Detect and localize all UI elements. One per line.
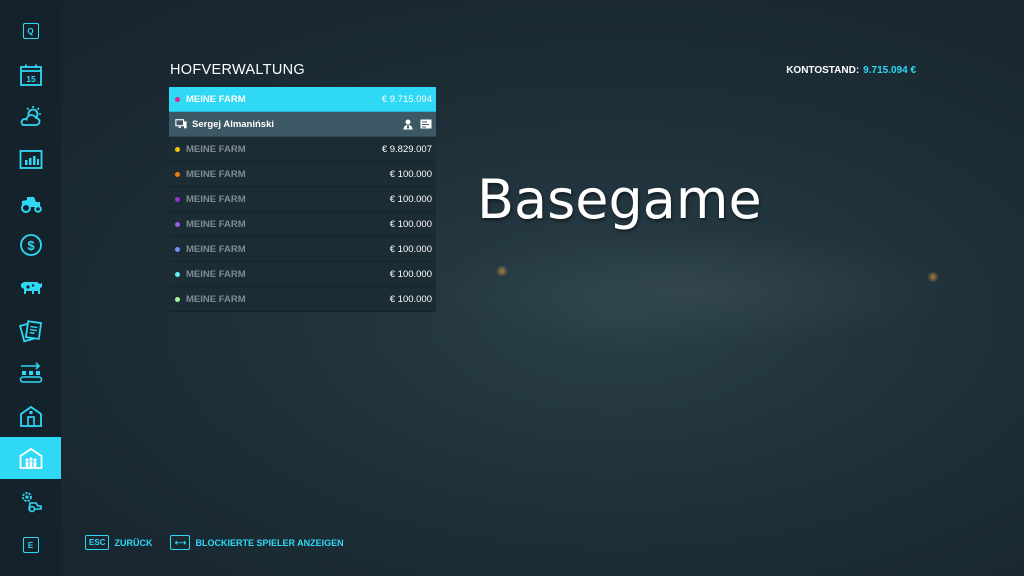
production-icon — [19, 362, 42, 383]
farm-color-dot — [175, 96, 180, 102]
farm-row[interactable]: MEINE FARM € 100.000 — [169, 162, 436, 187]
account-balance: KONTOSTAND: 9.715.094 € — [786, 65, 916, 76]
farm-name: MEINE FARM — [186, 168, 246, 180]
farm-money: € 100.000 — [389, 268, 432, 280]
player-row[interactable]: Sergej Almaniński — [169, 112, 436, 137]
sidebar-item-contracts[interactable] — [0, 310, 61, 352]
sidebar-item-calendar[interactable]: 15 — [0, 54, 61, 96]
sidebar-item-production[interactable] — [0, 352, 61, 394]
farm-money: € 100.000 — [389, 243, 432, 255]
farm-name: MEINE FARM — [186, 218, 246, 230]
farm-money: € 9.829.007 — [381, 143, 432, 155]
farm-name: MEINE FARM — [186, 293, 246, 305]
farm-color-dot — [175, 271, 180, 277]
farm-name: MEINE FARM — [186, 193, 246, 205]
farm-row[interactable]: MEINE FARM € 100.000 — [169, 187, 436, 212]
next-page-button[interactable]: E — [0, 524, 61, 566]
sidebar-item-settings[interactable] — [0, 480, 61, 522]
show-blocked-players-button[interactable]: ⟷ BLOCKIERTE SPIELER ANZEIGEN — [170, 535, 344, 550]
calendar-icon: 15 — [19, 64, 42, 86]
farm-color-dot — [175, 296, 180, 302]
back-button[interactable]: ESC ZURÜCK — [85, 535, 152, 550]
settings-icon — [21, 492, 42, 513]
background-haze — [430, 230, 950, 350]
farm-color-dot — [175, 146, 180, 152]
page-title: HOFVERWALTUNG — [170, 62, 305, 78]
farm-row[interactable]: MEINE FARM € 9.715.094 — [169, 87, 436, 112]
farm-row[interactable]: MEINE FARM € 100.000 — [169, 212, 436, 237]
farm-color-dot — [175, 171, 180, 177]
svg-text:$: $ — [27, 238, 35, 253]
farm-money: € 100.000 — [389, 168, 432, 180]
weather-icon — [20, 106, 41, 126]
farm-color-dot — [175, 196, 180, 202]
dollar-icon: $ — [19, 234, 42, 256]
statistics-icon — [19, 150, 42, 169]
farm-color-dot — [175, 221, 180, 227]
pc-player-icon — [175, 119, 187, 129]
farm-money: € 100.000 — [389, 218, 432, 230]
sidebar-item-finances[interactable]: $ — [0, 224, 61, 266]
farm-money: € 100.000 — [389, 293, 432, 305]
swap-key-icon: ⟷ — [170, 535, 191, 550]
watermark-text: Basegame — [477, 168, 762, 231]
farm-list: MEINE FARM € 9.715.094 Sergej Almaniński… — [169, 87, 436, 312]
sidebar-item-farm-building[interactable] — [0, 395, 61, 437]
background-light — [495, 266, 509, 276]
background-light — [926, 272, 940, 282]
farm-row[interactable]: MEINE FARM € 100.000 — [169, 287, 436, 312]
balance-label: KONTOSTAND: — [786, 65, 860, 76]
tractor-icon — [20, 197, 42, 213]
farm-name: MEINE FARM — [186, 268, 246, 280]
blocked-players-label: BLOCKIERTE SPIELER ANZEIGEN — [195, 537, 344, 548]
sidebar-item-weather[interactable] — [0, 96, 61, 138]
farm-management-icon — [19, 447, 42, 469]
farm-name: MEINE FARM — [186, 93, 246, 105]
permissions-icon[interactable] — [420, 118, 432, 130]
balance-value: 9.715.094 € — [863, 65, 916, 76]
farm-manager-icon[interactable] — [402, 118, 414, 130]
esc-key-icon: ESC — [85, 535, 110, 550]
farm-money: € 9.715.094 — [381, 93, 432, 105]
farm-name: MEINE FARM — [186, 143, 246, 155]
cow-icon — [20, 282, 42, 294]
farm-name: MEINE FARM — [186, 243, 246, 255]
farm-row[interactable]: MEINE FARM € 100.000 — [169, 237, 436, 262]
farm-color-dot — [175, 246, 180, 252]
barn-icon — [19, 405, 42, 427]
player-name: Sergej Almaniński — [192, 118, 275, 130]
sidebar-item-farm-management[interactable] — [0, 437, 61, 479]
q-key-icon: Q — [22, 23, 39, 39]
back-label: ZURÜCK — [114, 537, 153, 548]
footer-bar: ESC ZURÜCK ⟷ BLOCKIERTE SPIELER ANZEIGEN — [85, 535, 344, 550]
calendar-day: 15 — [26, 74, 36, 84]
sidebar-item-statistics[interactable] — [0, 139, 61, 181]
farm-money: € 100.000 — [389, 193, 432, 205]
sidebar-item-vehicles[interactable] — [0, 181, 61, 223]
contracts-icon — [18, 320, 42, 343]
sidebar: Q 15 $ E — [0, 0, 61, 576]
sidebar-item-animals[interactable] — [0, 267, 61, 309]
prev-page-button[interactable]: Q — [0, 10, 61, 52]
farm-row[interactable]: MEINE FARM € 9.829.007 — [169, 137, 436, 162]
e-key-icon: E — [22, 537, 39, 553]
farm-row[interactable]: MEINE FARM € 100.000 — [169, 262, 436, 287]
